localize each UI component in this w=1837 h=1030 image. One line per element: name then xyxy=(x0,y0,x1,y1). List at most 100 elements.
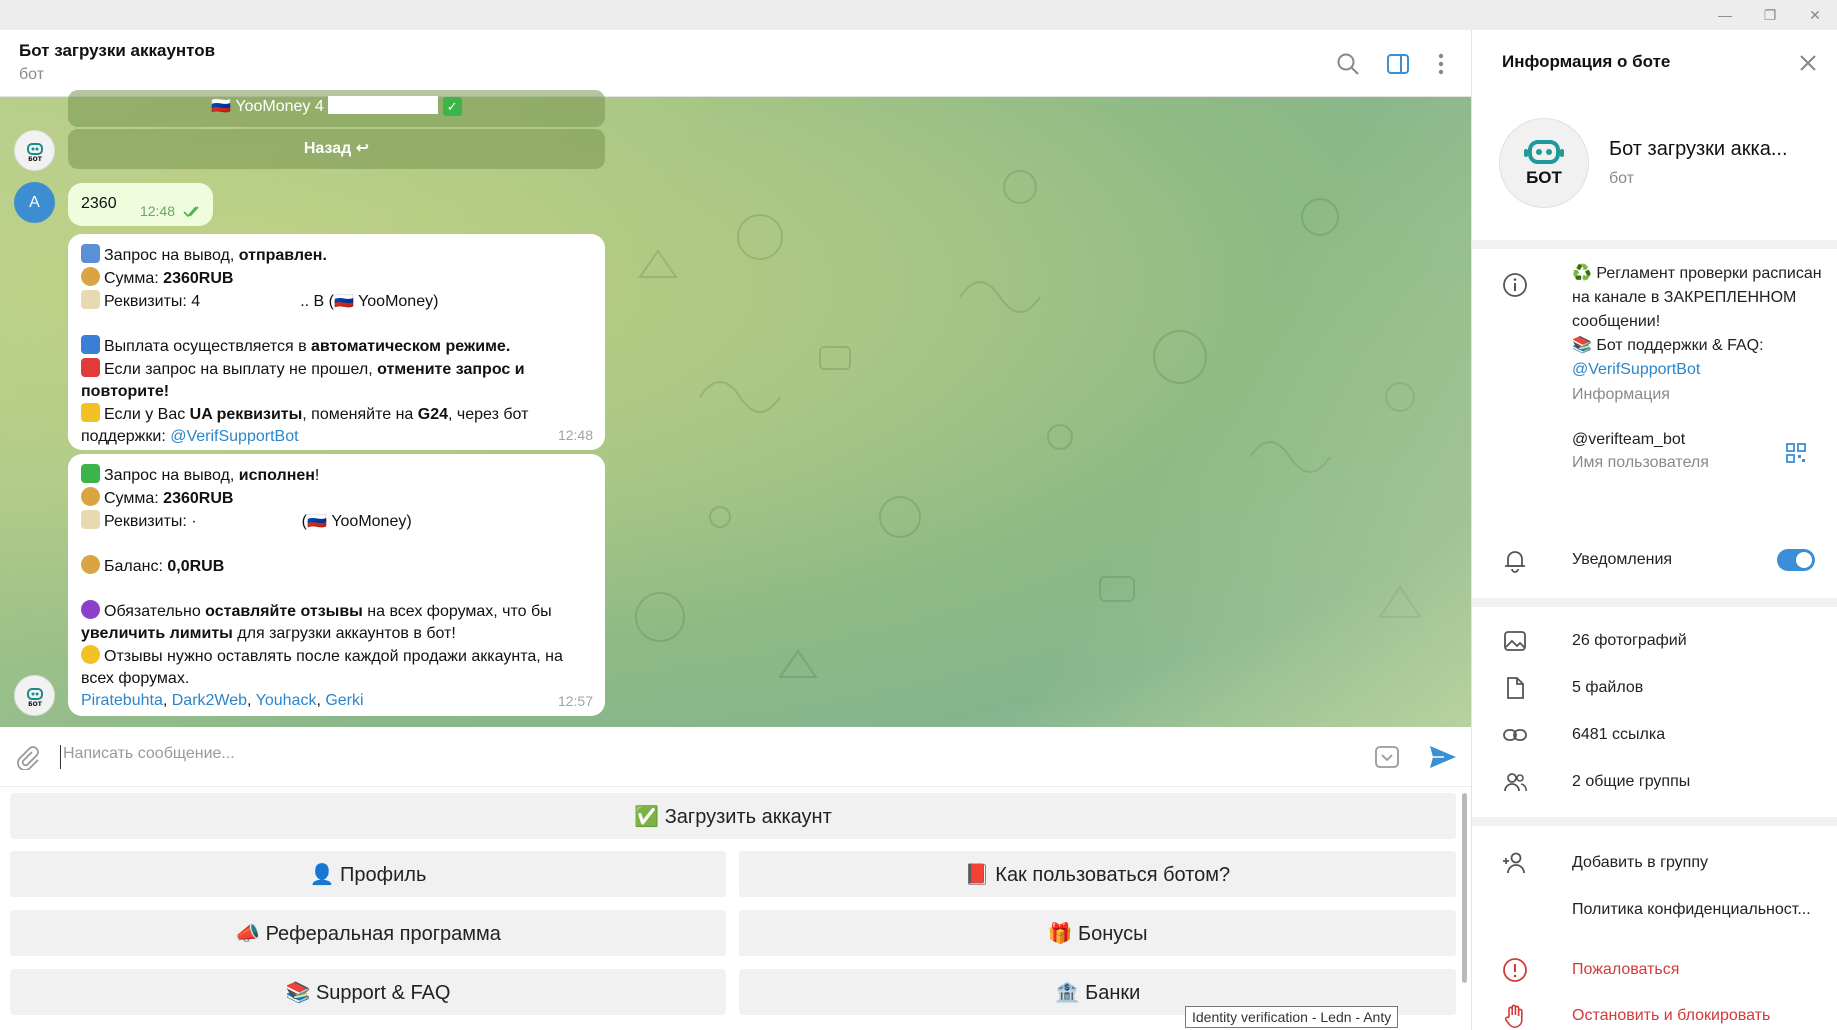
qr-code-icon[interactable] xyxy=(1785,442,1807,464)
referral-program-button[interactable]: 📣 Реферальная программа xyxy=(10,910,726,956)
bell-icon xyxy=(1505,551,1525,573)
divider xyxy=(1472,240,1837,249)
groups-icon xyxy=(1504,773,1527,792)
russia-flag-icon: 🇷🇺 xyxy=(211,98,236,115)
message-input[interactable]: Написать сообщение... xyxy=(60,745,1360,769)
robot-icon: БОТ xyxy=(26,142,43,162)
russia-flag-icon: 🇷🇺 xyxy=(333,293,354,310)
username-label: Имя пользователя xyxy=(1572,454,1709,471)
message-time: 12:48 xyxy=(557,427,593,443)
report-button[interactable]: Пожаловаться xyxy=(1572,958,1679,982)
bot-avatar-text: БОТ xyxy=(28,701,43,707)
add-user-icon xyxy=(1503,852,1525,874)
stop-and-block-button[interactable]: Остановить и блокировать xyxy=(1572,1004,1770,1028)
bot-description: ♻️ Регламент проверки расписан на канале… xyxy=(1572,262,1822,382)
support-faq-button[interactable]: 📚 Support & FAQ xyxy=(10,969,726,1015)
file-icon xyxy=(1507,677,1524,699)
check-emoji-icon xyxy=(81,464,100,483)
yellow-square-icon xyxy=(81,403,100,422)
how-to-use-button[interactable]: 📕 Как пользоваться ботом? xyxy=(739,851,1456,897)
double-check-icon xyxy=(183,206,199,218)
chat-subtitle: бот xyxy=(19,66,45,83)
sidebar-toggle-icon[interactable] xyxy=(1385,51,1411,77)
bot-description-support: 📚 Бот поддержки & FAQ: xyxy=(1572,337,1764,354)
stop-hand-icon xyxy=(1504,1004,1523,1028)
window-titlebar: — ❐ ✕ xyxy=(0,0,1837,30)
send-icon[interactable] xyxy=(1428,743,1458,771)
username-link[interactable]: @verifteam_bot xyxy=(1572,428,1685,452)
back-button-label: Назад ↩ xyxy=(303,140,370,157)
user-avatar-letter: A xyxy=(29,193,40,211)
links-row[interactable]: 6481 ссылка xyxy=(1572,723,1665,747)
support-bot-link[interactable]: @VerifSupportBot xyxy=(170,428,298,445)
check-icon: ✓ xyxy=(442,97,462,116)
panel-title: Информация о боте xyxy=(1502,52,1671,71)
minimize-icon[interactable]: — xyxy=(1710,5,1740,25)
more-menu-icon[interactable] xyxy=(1428,51,1454,77)
red-square-icon xyxy=(81,358,100,377)
back-button[interactable]: Назад ↩ xyxy=(68,129,605,169)
user-message-text: 2360 xyxy=(81,195,117,212)
profile-button[interactable]: 👤 Профиль xyxy=(10,851,726,897)
divider xyxy=(1472,817,1837,826)
bonuses-button[interactable]: 🎁 Бонусы xyxy=(739,910,1456,956)
groups-row[interactable]: 2 общие группы xyxy=(1572,770,1690,794)
forum-link-piratebuhta[interactable]: Piratebuhta xyxy=(81,692,163,709)
forum-link-gerki[interactable]: Gerki xyxy=(325,692,363,709)
user-avatar[interactable]: A xyxy=(14,182,55,223)
user-message-bubble[interactable]: 2360 12:48 xyxy=(68,183,213,226)
inline-button-yoomoney[interactable]: 🇷🇺 YooMoney 4 ✓ xyxy=(68,90,605,127)
keyboard-toggle-icon[interactable] xyxy=(1374,744,1400,770)
bot-avatar-text: БОТ xyxy=(28,156,43,162)
divider xyxy=(1472,598,1837,607)
add-to-group-button[interactable]: Добавить в группу xyxy=(1572,851,1708,875)
restore-icon[interactable]: ❐ xyxy=(1755,5,1785,25)
upload-account-button[interactable]: ✅ Загрузить аккаунт xyxy=(10,793,1456,839)
message-composer: Написать сообщение... xyxy=(0,727,1471,787)
bot-reply-keyboard: ✅ Загрузить аккаунт 👤 Профиль 📕 Как поль… xyxy=(0,787,1471,1030)
link-icon xyxy=(1503,729,1527,741)
russia-flag-icon: 🇷🇺 xyxy=(306,513,327,530)
message-time: 12:48 xyxy=(139,203,175,219)
info-icon xyxy=(1503,273,1527,297)
privacy-policy-button[interactable]: Политика конфиденциальност... xyxy=(1572,898,1811,922)
purple-circle-icon xyxy=(81,600,100,619)
notifications-label: Уведомления xyxy=(1572,551,1673,568)
card-icon xyxy=(81,290,100,309)
files-row[interactable]: 5 файлов xyxy=(1572,676,1643,700)
money-bag-icon xyxy=(81,555,100,574)
bot-info-panel: Информация о боте БОТ Бот загрузки акка.… xyxy=(1471,30,1837,1030)
inline-button-yoomoney-label: YooMoney 4 xyxy=(235,98,324,115)
message-time: 12:57 xyxy=(557,693,593,709)
paperclip-icon[interactable] xyxy=(14,744,40,770)
bot-profile-avatar[interactable]: БОТ xyxy=(1499,118,1589,208)
description-support-link[interactable]: @VerifSupportBot xyxy=(1572,358,1822,382)
bot-avatar[interactable]: БОТ xyxy=(14,675,55,716)
money-bag-icon xyxy=(81,487,100,506)
close-window-icon[interactable]: ✕ xyxy=(1800,5,1830,25)
report-icon xyxy=(1503,958,1527,982)
robot-icon xyxy=(1524,140,1564,164)
refresh-icon xyxy=(81,244,100,263)
photos-row[interactable]: 26 фотографий xyxy=(1572,629,1687,653)
robot-icon: БОТ xyxy=(26,687,43,707)
chat-title[interactable]: Бот загрузки аккаунтов xyxy=(19,41,215,61)
money-bag-icon xyxy=(81,267,100,286)
info-emoji-icon xyxy=(81,335,100,354)
close-icon[interactable] xyxy=(1797,52,1819,74)
bot-name: Бот загрузки акка... xyxy=(1609,138,1788,160)
bot-type: бот xyxy=(1609,170,1635,187)
bot-description-rules: ♻️ Регламент проверки расписан на канале… xyxy=(1572,265,1822,330)
bot-message-withdrawal-done[interactable]: Запрос на вывод, исполнен! Сумма: 2360RU… xyxy=(68,454,605,716)
photos-icon xyxy=(1504,631,1526,651)
search-icon[interactable] xyxy=(1335,51,1361,77)
notifications-toggle[interactable] xyxy=(1777,549,1815,571)
bot-avatar[interactable]: БОТ xyxy=(14,130,55,171)
keyboard-scrollbar[interactable] xyxy=(1462,793,1467,983)
forum-link-dark2web[interactable]: Dark2Web xyxy=(172,692,247,709)
bot-message-withdrawal-sent[interactable]: Запрос на вывод, отправлен. Сумма: 2360R… xyxy=(68,234,605,450)
forum-link-youhack[interactable]: Youhack xyxy=(256,692,317,709)
chat-header[interactable]: Бот загрузки аккаунтов бот xyxy=(0,30,1471,97)
yellow-circle-icon xyxy=(81,645,100,664)
card-icon xyxy=(81,510,100,529)
